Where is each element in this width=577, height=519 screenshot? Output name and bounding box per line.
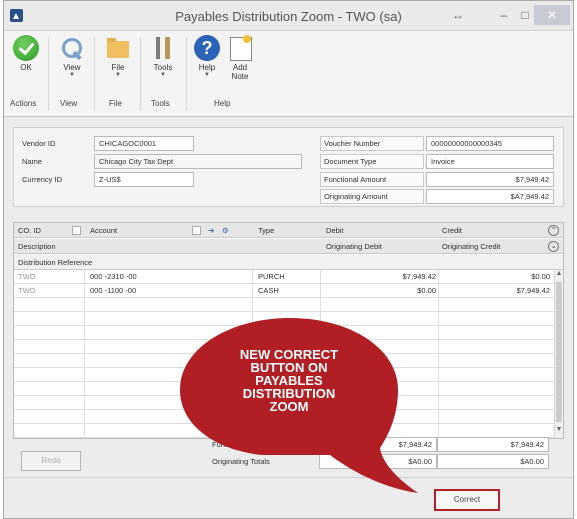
title-bar: Payables Distribution Zoom - TWO (sa) ↔ … [4,1,573,31]
cell-co-id[interactable]: TWO [18,270,36,284]
group-label-view: View [60,99,78,108]
vendor-name-field[interactable]: Chicago City Tax Dept [94,154,302,169]
document-type-label: Document Type [320,154,424,169]
dropdown-arrow-icon: ▼ [69,72,75,78]
dropdown-arrow-icon: ▼ [160,72,166,78]
column-header-account[interactable]: Account [90,223,117,238]
minimize-button[interactable]: – [494,5,514,25]
redo-button[interactable]: Redo [21,451,81,471]
table-row[interactable] [14,298,554,312]
account-options-icon[interactable]: ⚙ [222,223,229,238]
originating-credit-total: $A0.00 [437,454,549,469]
column-divider [438,270,439,438]
close-button[interactable]: ✕ [534,5,570,25]
callout-line: ZOOM [269,399,309,414]
view-button[interactable]: View ▼ [56,35,88,97]
voucher-number-label: Voucher Number [320,136,424,151]
window-title: Payables Distribution Zoom - TWO (sa) [175,9,402,24]
note-icon [227,35,253,61]
grid-header-row-1: CO. ID Account ➔ ⚙ Type Debit Credit ⌃ [14,223,563,238]
table-row[interactable] [14,312,554,326]
table-row[interactable]: TWO 000 -2310 -00 PURCH $7,949.42 $0.00 [14,270,554,284]
currency-id-label: Currency ID [22,175,63,184]
column-header-debit[interactable]: Debit [326,223,344,238]
column-header-description[interactable]: Description [18,239,56,254]
table-row[interactable]: TWO 000 -1100 -00 CASH $0.00 $7,949.42 [14,284,554,298]
group-separator [94,37,95,111]
help-question-icon: ? [194,35,220,61]
name-label: Name [22,157,43,166]
grid-header-row-2: Description Originating Debit Originatin… [14,239,563,254]
group-separator [48,37,49,111]
ok-button[interactable]: OK [10,35,42,97]
account-expand-arrow-icon[interactable]: ➔ [208,223,214,238]
column-header-originating-debit[interactable]: Originating Debit [326,239,382,254]
scroll-up-icon[interactable]: ▲ [555,270,563,277]
co-id-lookup-icon[interactable] [72,226,81,235]
column-header-credit[interactable]: Credit [442,223,462,238]
column-header-type[interactable]: Type [258,223,274,238]
group-label-tools: Tools [151,99,170,108]
table-row[interactable] [14,424,554,438]
dropdown-arrow-icon: ▼ [204,72,210,78]
cell-credit[interactable]: $0.00 [442,270,550,284]
column-divider [84,270,85,438]
footer-divider [4,477,573,478]
tools-icon [150,35,176,61]
group-separator [140,37,141,111]
functional-debit-total: $7,949.42 [319,437,437,452]
add-note-button[interactable]: Add Note [224,35,256,97]
cell-debit[interactable]: $0.00 [326,284,436,298]
vendor-id-field[interactable]: CHICAGOC0001 [94,136,194,151]
collapse-rows-icon[interactable]: ⌃ [548,225,559,236]
document-type-field[interactable]: Invoice [426,154,554,169]
payables-distribution-zoom-window: Payables Distribution Zoom - TWO (sa) ↔ … [3,0,574,519]
column-header-co-id[interactable]: CO. ID [18,223,41,238]
header-panel: Vendor ID CHICAGOC0001 Name Chicago City… [13,127,564,207]
help-button[interactable]: ? Help ▼ [191,35,223,97]
ribbon: OK Actions View ▼ View File ▼ File Tools… [4,31,573,117]
cell-type[interactable]: PURCH [258,270,285,284]
group-label-help: Help [214,99,231,108]
column-header-originating-credit[interactable]: Originating Credit [442,239,500,254]
cell-co-id[interactable]: TWO [18,284,36,298]
callout-text: NEW CORRECT BUTTON ON PAYABLES DISTRIBUT… [212,348,366,413]
expand-rows-icon[interactable]: ⌄ [548,241,559,252]
grid-vertical-scrollbar[interactable]: ▲ ▼ [554,270,563,438]
vendor-id-label: Vendor ID [22,139,56,148]
cell-credit[interactable]: $7,949.42 [442,284,550,298]
cell-account[interactable]: 000 -2310 -00 [90,270,137,284]
currency-id-field[interactable]: Z-US$ [94,172,194,187]
functional-amount-field[interactable]: $7,949.42 [426,172,554,187]
ok-check-icon [13,35,39,61]
correct-button[interactable]: Correct [434,489,500,511]
magnifier-icon [59,35,85,61]
originating-totals-label: Originating Totals [212,457,270,466]
table-row[interactable] [14,326,554,340]
cell-account[interactable]: 000 -1100 -00 [90,284,136,298]
file-button[interactable]: File ▼ [102,35,134,97]
account-lookup-icon[interactable] [192,226,201,235]
scroll-down-icon[interactable]: ▼ [555,426,563,433]
functional-totals-label: Functional Totals [212,440,269,449]
voucher-number-field[interactable]: 00000000000000345 [426,136,554,151]
originating-amount-label: Originating Amount [320,189,424,204]
originating-amount-field[interactable]: $A7,949.42 [426,189,554,204]
scroll-thumb[interactable] [556,282,562,422]
functional-credit-total: $7,949.42 [437,437,549,452]
group-separator [186,37,187,111]
folder-icon [105,35,131,61]
restore-arrows-icon[interactable]: ↔ [448,5,468,25]
cell-type[interactable]: CASH [258,284,279,298]
functional-amount-label: Functional Amount [320,172,424,187]
group-label-actions: Actions [10,99,37,108]
cell-debit[interactable]: $7,949.42 [326,270,436,284]
grid-header-row-3: Distribution Reference [14,255,563,270]
maximize-button[interactable]: □ [516,5,534,25]
column-header-distribution-reference[interactable]: Distribution Reference [18,255,92,270]
originating-debit-total: $A0.00 [319,454,437,469]
group-label-file: File [109,99,122,108]
tools-button[interactable]: Tools ▼ [147,35,179,97]
dropdown-arrow-icon: ▼ [115,72,121,78]
